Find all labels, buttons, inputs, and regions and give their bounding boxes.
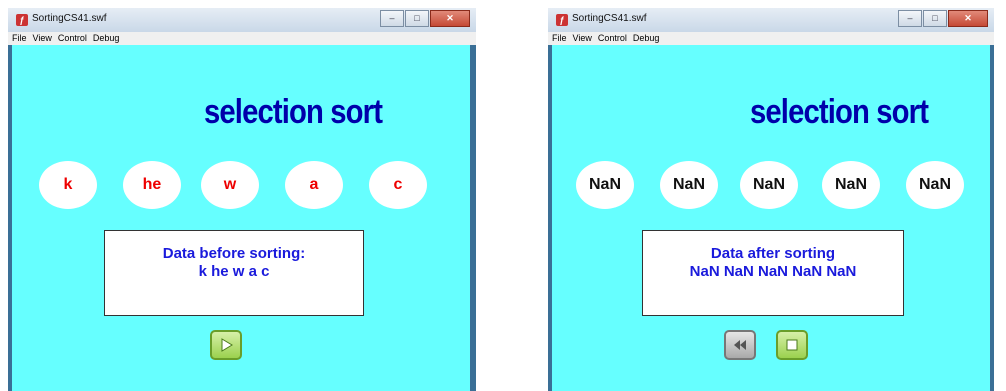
item-oval[interactable]: c — [369, 161, 427, 209]
item-oval[interactable]: he — [123, 161, 181, 209]
menu-bar: File View Control Debug — [548, 32, 994, 45]
item-oval[interactable]: a — [285, 161, 343, 209]
player-window-after: ƒ SortingCS41.swf – □ ✕ File View Contro… — [548, 8, 994, 391]
close-button[interactable]: ✕ — [430, 10, 470, 27]
info-line-2: NaN NaN NaN NaN NaN — [689, 263, 857, 280]
play-icon — [221, 338, 233, 352]
menu-file[interactable]: File — [552, 32, 567, 45]
menu-debug[interactable]: Debug — [633, 32, 660, 45]
flash-stage: selection sort NaN NaN NaN NaN NaN Data … — [552, 45, 990, 391]
stop-icon — [786, 339, 798, 351]
play-button[interactable] — [210, 330, 242, 360]
title-bar[interactable]: ƒ SortingCS41.swf – □ ✕ — [8, 8, 476, 33]
flash-app-icon: ƒ — [556, 14, 568, 26]
app-heading: selection sort — [750, 93, 929, 131]
menu-file[interactable]: File — [12, 32, 27, 45]
item-oval[interactable]: w — [201, 161, 259, 209]
flash-app-icon: ƒ — [16, 14, 28, 26]
info-box: Data before sorting: k he w a c — [104, 230, 364, 316]
player-window-before: ƒ SortingCS41.swf – □ ✕ File View Contro… — [8, 8, 476, 391]
window-controls: – □ ✕ — [379, 10, 470, 27]
item-oval[interactable]: NaN — [906, 161, 964, 209]
rewind-button[interactable] — [724, 330, 756, 360]
stop-button[interactable] — [776, 330, 808, 360]
info-line-1: Data after sorting — [710, 245, 836, 262]
flash-stage: selection sort k he w a c Data before so… — [12, 45, 470, 391]
menu-debug[interactable]: Debug — [93, 32, 120, 45]
minimize-button[interactable]: – — [380, 10, 404, 27]
window-title: SortingCS41.swf — [32, 13, 107, 24]
item-oval[interactable]: k — [39, 161, 97, 209]
info-line-1: Data before sorting: — [162, 245, 306, 262]
rewind-icon — [734, 340, 746, 350]
minimize-button[interactable]: – — [898, 10, 922, 27]
menu-view[interactable]: View — [33, 32, 52, 45]
window-title: SortingCS41.swf — [572, 13, 647, 24]
info-box: Data after sorting NaN NaN NaN NaN NaN — [642, 230, 904, 316]
app-heading: selection sort — [204, 93, 383, 131]
item-oval[interactable]: NaN — [660, 161, 718, 209]
menu-bar: File View Control Debug — [8, 32, 476, 45]
maximize-button[interactable]: □ — [405, 10, 429, 27]
info-line-2: k he w a c — [198, 263, 270, 280]
menu-view[interactable]: View — [573, 32, 592, 45]
window-controls: – □ ✕ — [897, 10, 988, 27]
close-button[interactable]: ✕ — [948, 10, 988, 27]
menu-control[interactable]: Control — [58, 32, 87, 45]
maximize-button[interactable]: □ — [923, 10, 947, 27]
title-bar[interactable]: ƒ SortingCS41.swf – □ ✕ — [548, 8, 994, 33]
item-oval[interactable]: NaN — [740, 161, 798, 209]
item-oval[interactable]: NaN — [576, 161, 634, 209]
item-oval[interactable]: NaN — [822, 161, 880, 209]
menu-control[interactable]: Control — [598, 32, 627, 45]
